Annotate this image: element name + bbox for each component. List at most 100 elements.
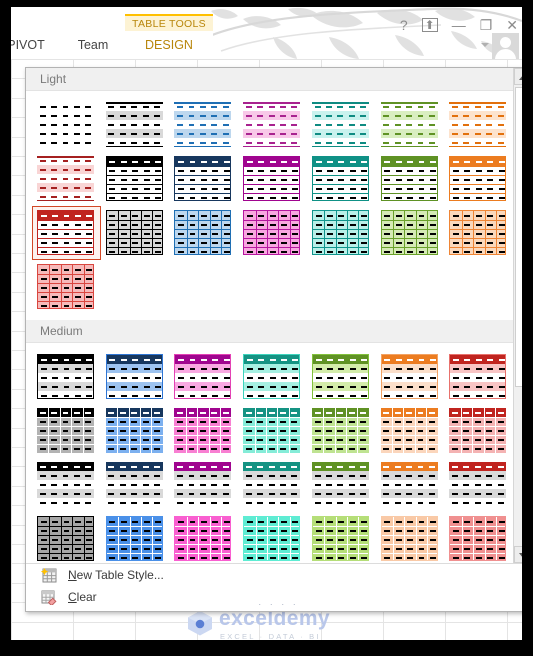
table-style-thumbnail — [174, 516, 232, 561]
table-style-medium-4[interactable] — [238, 350, 307, 404]
minimize-icon[interactable]: — — [452, 18, 466, 32]
table-style-medium-19[interactable] — [307, 458, 376, 512]
table-style-thumbnail — [105, 354, 163, 399]
table-style-medium-28[interactable] — [444, 512, 513, 563]
table-style-thumbnail — [37, 354, 94, 399]
table-style-thumbnail — [37, 156, 94, 201]
table-style-thumbnail — [105, 408, 163, 453]
table-style-light-22[interactable] — [32, 260, 101, 314]
table-style-medium-21[interactable] — [444, 458, 513, 512]
gallery-section-header: Medium — [26, 320, 513, 343]
tab-pivot[interactable]: PIVOT — [11, 31, 59, 59]
table-style-medium-15[interactable] — [32, 458, 101, 512]
table-style-medium-25[interactable] — [238, 512, 307, 563]
table-style-thumbnail — [37, 102, 94, 147]
table-style-thumbnail — [243, 462, 301, 507]
table-style-medium-7[interactable] — [444, 350, 513, 404]
table-style-thumbnail — [449, 462, 507, 507]
table-style-light-17[interactable] — [169, 206, 238, 260]
table-style-thumbnail — [174, 210, 232, 255]
scrollbar-thumb[interactable] — [515, 87, 522, 387]
table-style-light-4[interactable] — [238, 98, 307, 152]
table-style-medium-6[interactable] — [376, 350, 445, 404]
table-style-medium-9[interactable] — [101, 404, 170, 458]
table-style-medium-5[interactable] — [307, 350, 376, 404]
table-style-light-5[interactable] — [307, 98, 376, 152]
table-style-medium-18[interactable] — [238, 458, 307, 512]
gallery-scrollbar[interactable] — [513, 68, 522, 563]
table-style-thumbnail — [380, 156, 438, 201]
table-style-thumbnail — [243, 210, 301, 255]
table-style-thumbnail — [243, 156, 301, 201]
table-style-medium-22[interactable] — [32, 512, 101, 563]
table-style-light-15[interactable] — [32, 206, 101, 260]
table-style-medium-3[interactable] — [169, 350, 238, 404]
table-style-medium-27[interactable] — [376, 512, 445, 563]
new-table-style-command[interactable]: New Table Style... — [26, 564, 522, 586]
table-style-thumbnail — [380, 462, 438, 507]
table-style-light-10[interactable] — [169, 152, 238, 206]
table-style-light-1[interactable] — [32, 98, 101, 152]
exceldemy-logo-icon — [188, 611, 212, 636]
table-style-thumbnail — [311, 210, 369, 255]
table-style-medium-26[interactable] — [307, 512, 376, 563]
table-style-medium-12[interactable] — [307, 404, 376, 458]
tab-team[interactable]: Team — [63, 31, 123, 59]
table-style-medium-17[interactable] — [169, 458, 238, 512]
table-style-medium-10[interactable] — [169, 404, 238, 458]
tab-design[interactable]: DESIGN — [125, 31, 213, 59]
scroll-down-button[interactable] — [514, 546, 522, 563]
table-style-light-9[interactable] — [101, 152, 170, 206]
table-style-thumbnail — [105, 156, 163, 201]
gallery-resize-grip[interactable]: · · · · — [26, 599, 522, 609]
table-style-light-3[interactable] — [169, 98, 238, 152]
gallery-scroll-area: Light Medium — [26, 68, 513, 563]
table-style-medium-2[interactable] — [101, 350, 170, 404]
table-style-light-14[interactable] — [444, 152, 513, 206]
close-icon[interactable]: ✕ — [506, 18, 518, 32]
table-style-medium-23[interactable] — [101, 512, 170, 563]
table-style-medium-11[interactable] — [238, 404, 307, 458]
ribbon-display-options-icon[interactable]: ⬆ — [421, 18, 438, 32]
table-style-medium-20[interactable] — [376, 458, 445, 512]
table-style-light-6[interactable] — [376, 98, 445, 152]
table-style-medium-14[interactable] — [444, 404, 513, 458]
table-style-medium-13[interactable] — [376, 404, 445, 458]
gallery-row — [32, 458, 513, 512]
table-style-light-13[interactable] — [376, 152, 445, 206]
table-style-thumbnail — [37, 516, 94, 561]
table-style-thumbnail — [243, 516, 301, 561]
table-style-light-18[interactable] — [238, 206, 307, 260]
table-styles-gallery: Light Medium New Table Style... Clear · … — [25, 67, 522, 612]
table-style-thumbnail — [37, 408, 94, 453]
table-style-thumbnail — [449, 408, 507, 453]
table-style-light-11[interactable] — [238, 152, 307, 206]
table-style-light-16[interactable] — [101, 206, 170, 260]
scroll-up-button[interactable] — [514, 68, 522, 85]
table-style-medium-24[interactable] — [169, 512, 238, 563]
grid-line-vertical — [11, 59, 12, 640]
table-style-medium-16[interactable] — [101, 458, 170, 512]
table-style-thumbnail — [174, 156, 232, 201]
table-style-medium-8[interactable] — [32, 404, 101, 458]
screenshot-root: exceldemy EXCEL · DATA · BI TABLE TOOLS … — [0, 0, 533, 656]
user-avatar[interactable] — [492, 33, 519, 59]
table-style-light-12[interactable] — [307, 152, 376, 206]
table-style-light-8[interactable] — [32, 152, 101, 206]
table-style-thumbnail — [311, 156, 369, 201]
table-style-light-19[interactable] — [307, 206, 376, 260]
help-icon[interactable]: ? — [400, 18, 408, 32]
table-style-light-20[interactable] — [376, 206, 445, 260]
gallery-row — [32, 206, 513, 260]
table-style-light-7[interactable] — [444, 98, 513, 152]
account-caret-icon[interactable] — [481, 43, 489, 47]
restore-icon[interactable]: ❐ — [480, 18, 493, 32]
table-style-medium-1[interactable] — [32, 350, 101, 404]
table-style-light-2[interactable] — [101, 98, 170, 152]
table-style-thumbnail — [105, 102, 163, 147]
new-table-style-label: New Table Style... — [68, 568, 164, 582]
table-style-light-21[interactable] — [444, 206, 513, 260]
gallery-row — [32, 404, 513, 458]
ribbon-header: TABLE TOOLS PIVOT Team DESIGN ? ⬆ — ❐ ✕ — [11, 7, 522, 59]
table-style-thumbnail — [380, 516, 438, 561]
